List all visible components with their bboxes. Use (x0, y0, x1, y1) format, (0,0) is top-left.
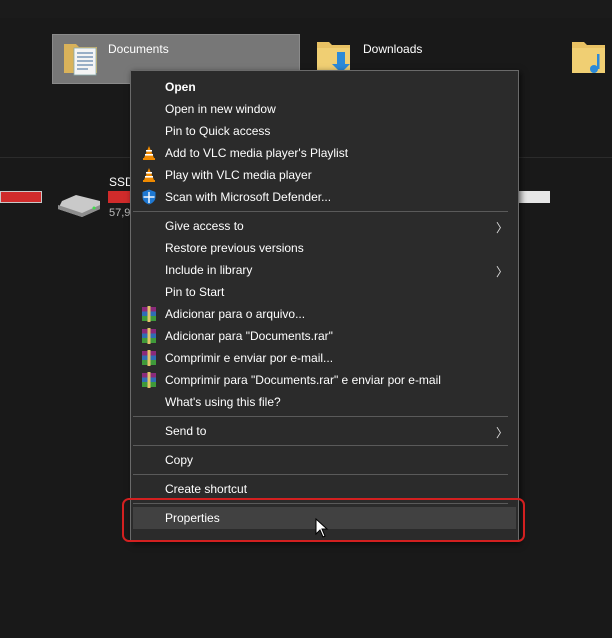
menu-item-label: Comprimir e enviar por e-mail... (165, 351, 334, 365)
documents-folder-icon (64, 44, 97, 76)
menu-item-give-access[interactable]: Give access to 〉 (133, 215, 516, 237)
drive-size-text: 57,9 (109, 207, 131, 219)
downloads-folder-label[interactable]: Downloads (363, 42, 422, 56)
menu-item-winrar-compress-email[interactable]: Comprimir e enviar por e-mail... (133, 347, 516, 369)
chevron-right-icon: 〉 (495, 221, 508, 235)
menu-item-include-library[interactable]: Include in library 〉 (133, 259, 516, 281)
menu-item-label: Send to (165, 424, 207, 438)
menu-item-label: Play with VLC media player (165, 168, 312, 182)
menu-item-winrar-add-rar[interactable]: Adicionar para "Documents.rar" (133, 325, 516, 347)
menu-item-winrar-add-archive[interactable]: Adicionar para o arquivo... (133, 303, 516, 325)
hard-drive-icon[interactable] (56, 193, 102, 219)
menu-item-create-shortcut[interactable]: Create shortcut (133, 478, 516, 500)
mouse-pointer-icon (315, 518, 329, 538)
menu-separator (133, 211, 508, 212)
drive-usage-bar (108, 191, 130, 203)
menu-item-label: Include in library (165, 263, 253, 277)
menu-item-winrar-compress-rar-email[interactable]: Comprimir para "Documents.rar" e enviar … (133, 369, 516, 391)
menu-item-label: Pin to Start (165, 285, 225, 299)
drive-usage-bar-right (518, 191, 550, 203)
menu-item-label: Open (165, 80, 196, 94)
context-menu: Open Open in new window Pin to Quick acc… (130, 70, 519, 542)
menu-item-label: Add to VLC media player's Playlist (165, 146, 349, 160)
menu-item-send-to[interactable]: Send to 〉 (133, 420, 516, 442)
menu-item-label: Pin to Quick access (165, 124, 271, 138)
chevron-right-icon: 〉 (495, 265, 508, 279)
menu-item-label: Adicionar para "Documents.rar" (165, 329, 333, 343)
menu-item-pin-start[interactable]: Pin to Start (133, 281, 516, 303)
menu-separator (133, 416, 508, 417)
music-folder-icon[interactable] (570, 38, 610, 78)
menu-separator (133, 474, 508, 475)
winrar-icon (142, 350, 156, 366)
menu-item-label: Comprimir para "Documents.rar" e enviar … (165, 373, 441, 387)
winrar-icon (142, 372, 156, 388)
window-top-strip (0, 0, 612, 19)
winrar-icon (142, 328, 156, 344)
menu-item-label: Copy (165, 453, 194, 467)
menu-item-pin-quick-access[interactable]: Pin to Quick access (133, 120, 516, 142)
menu-item-label: Create shortcut (165, 482, 248, 496)
documents-folder-label: Documents (108, 42, 169, 56)
chevron-right-icon: 〉 (495, 426, 508, 440)
menu-item-label: Open in new window (165, 102, 276, 116)
vlc-icon (143, 146, 155, 160)
menu-item-defender-scan[interactable]: Scan with Microsoft Defender... (133, 186, 516, 208)
menu-item-label: Adicionar para o arquivo... (165, 307, 306, 321)
menu-item-restore-versions[interactable]: Restore previous versions (133, 237, 516, 259)
menu-item-vlc-add-playlist[interactable]: Add to VLC media player's Playlist (133, 142, 516, 164)
menu-item-vlc-play[interactable]: Play with VLC media player (133, 164, 516, 186)
menu-item-whats-using-file[interactable]: What's using this file? (133, 391, 516, 413)
menu-item-label: Scan with Microsoft Defender... (165, 190, 332, 204)
menu-item-open-new-window[interactable]: Open in new window (133, 98, 516, 120)
menu-item-copy[interactable]: Copy (133, 449, 516, 471)
defender-icon (142, 189, 156, 205)
menu-item-label: Give access to (165, 219, 244, 233)
menu-item-label: Restore previous versions (165, 241, 304, 255)
menu-item-label: What's using this file? (165, 395, 281, 409)
drive-usage-bar-left (0, 191, 42, 203)
menu-separator (133, 445, 508, 446)
vlc-icon (143, 168, 155, 182)
menu-item-open[interactable]: Open (133, 76, 516, 98)
winrar-icon (142, 306, 156, 322)
